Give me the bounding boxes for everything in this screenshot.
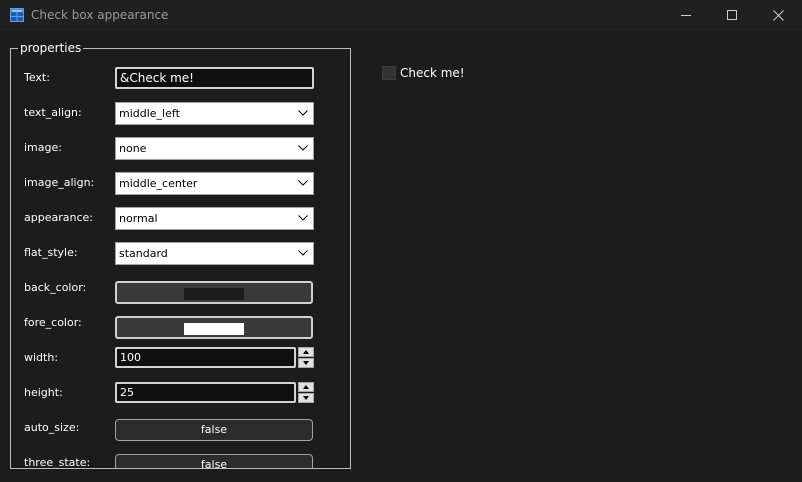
- chevron-down-icon: [298, 110, 308, 116]
- chevron-down-icon: [298, 250, 308, 256]
- minimize-button[interactable]: [663, 0, 709, 31]
- appearance-label: appearance:: [24, 211, 93, 224]
- height-label: height:: [24, 386, 63, 399]
- height-input[interactable]: 25: [115, 382, 296, 403]
- text-input[interactable]: &Check me!: [115, 67, 314, 89]
- three-state-label: three_state:: [24, 456, 91, 468]
- back-color-button[interactable]: [115, 281, 313, 304]
- close-button[interactable]: [755, 0, 801, 31]
- properties-legend: properties: [18, 41, 84, 55]
- chevron-up-icon: [303, 385, 309, 389]
- window-title: Check box appearance: [31, 8, 169, 22]
- image-label: image:: [24, 141, 62, 154]
- height-spinner: [298, 382, 314, 403]
- chevron-down-icon: [298, 215, 308, 221]
- chevron-up-icon: [303, 350, 309, 354]
- maximize-icon: [727, 10, 737, 20]
- chevron-down-icon: [298, 145, 308, 151]
- appearance-combobox[interactable]: normal: [115, 207, 314, 230]
- appearance-value: normal: [119, 212, 158, 225]
- text-align-value: middle_left: [119, 107, 180, 120]
- maximize-button[interactable]: [709, 0, 755, 31]
- flat-style-value: standard: [119, 247, 168, 260]
- minimize-icon: [681, 15, 691, 16]
- chevron-down-icon: [303, 396, 309, 400]
- width-spinner: [298, 347, 314, 368]
- width-increment-button[interactable]: [298, 347, 314, 357]
- text-align-label: text_align:: [24, 106, 82, 119]
- text-label: Text:: [24, 71, 50, 84]
- image-align-label: image_align:: [24, 176, 95, 189]
- flat-style-label: flat_style:: [24, 246, 78, 259]
- fore-color-label: fore_color:: [24, 316, 82, 329]
- auto-size-toggle-button[interactable]: false: [115, 419, 313, 441]
- height-decrement-button[interactable]: [298, 393, 314, 403]
- image-align-combobox[interactable]: middle_center: [115, 172, 314, 195]
- properties-panel: Text: &Check me! text_align: middle_left…: [11, 63, 338, 468]
- auto-size-label: auto_size:: [24, 421, 80, 434]
- fore-color-button[interactable]: [115, 316, 313, 339]
- close-icon: [773, 10, 784, 21]
- image-combobox[interactable]: none: [115, 137, 314, 160]
- fore-color-swatch: [184, 323, 244, 335]
- image-value: none: [119, 142, 147, 155]
- three-state-toggle-button[interactable]: false: [115, 454, 313, 468]
- chevron-down-icon: [298, 180, 308, 186]
- flat-style-combobox[interactable]: standard: [115, 242, 314, 265]
- width-input[interactable]: 100: [115, 347, 296, 368]
- preview-checkbox[interactable]: [382, 66, 396, 80]
- preview-checkbox-label[interactable]: Check me!: [400, 66, 465, 80]
- chevron-down-icon: [303, 361, 309, 365]
- image-align-value: middle_center: [119, 177, 198, 190]
- back-color-swatch: [184, 288, 244, 300]
- back-color-label: back_color:: [24, 281, 87, 294]
- title-bar: Check box appearance: [0, 0, 802, 31]
- height-increment-button[interactable]: [298, 382, 314, 392]
- app-window-icon: [10, 8, 24, 22]
- text-align-combobox[interactable]: middle_left: [115, 102, 314, 125]
- width-decrement-button[interactable]: [298, 358, 314, 368]
- width-label: width:: [24, 351, 59, 364]
